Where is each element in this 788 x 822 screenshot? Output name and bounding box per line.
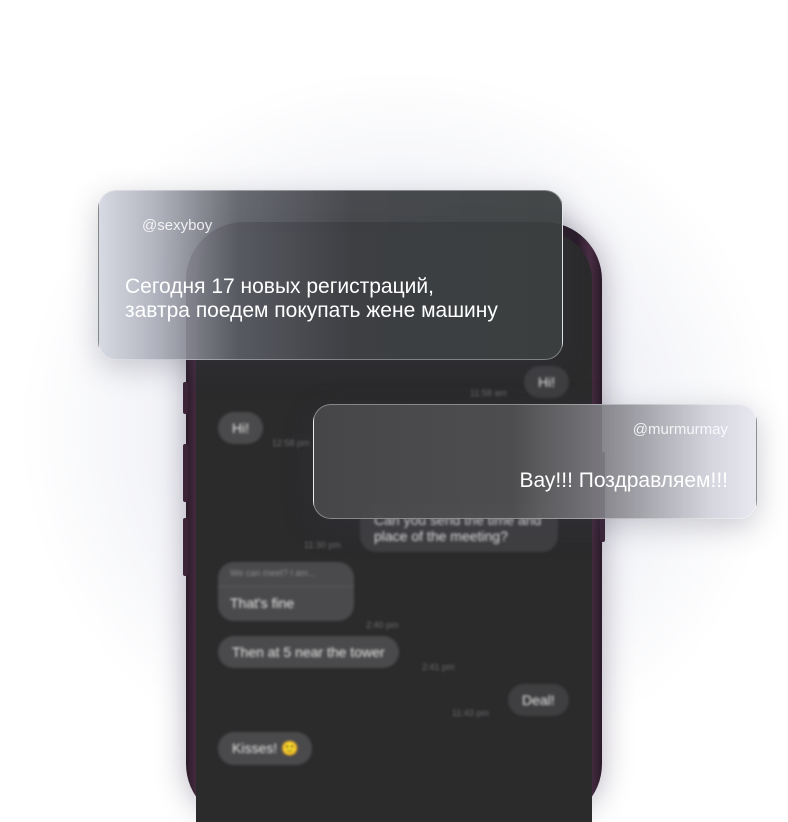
phone-volume-down-button [183, 518, 188, 576]
message-text: Kisses! 🙂 [232, 740, 299, 756]
message-time: 11:43 pm [452, 708, 489, 718]
chat-message: Kisses! 🙂 [218, 732, 313, 765]
notification-username: @sexyboy [142, 217, 213, 234]
notification-text: Вау!!! Поздравляем!!! [519, 469, 728, 492]
message-time: 11:58 am [470, 388, 507, 398]
chat-message: Hi! [218, 412, 264, 444]
phone-volume-up-button [183, 444, 188, 502]
message-text: place of the meeting? [374, 528, 508, 544]
message-text: Hi! [232, 420, 250, 436]
chat-message: Deal! [508, 684, 569, 716]
notification-text-line: Сегодня 17 новых регистраций, [125, 275, 434, 298]
notification-username: @murmurmay [632, 421, 728, 438]
message-time: 2:41 pm [422, 662, 455, 672]
notification-card[interactable]: @sexyboy Сегодня 17 новых регистраций, з… [98, 190, 563, 360]
message-text: Hi! [538, 374, 556, 390]
notification-text-line: завтра поедем покупать жене машину [125, 299, 498, 322]
message-quote: We can meet? I am... [230, 568, 316, 578]
chat-message: Then at 5 near the tower [218, 636, 399, 668]
phone-side-button [183, 382, 188, 414]
message-text: Then at 5 near the tower [232, 644, 385, 660]
message-time: 12:58 pm [272, 438, 310, 448]
message-text: Deal! [522, 692, 555, 708]
message-time: 2:40 pm [366, 620, 399, 630]
notification-card[interactable]: @murmurmay Вау!!! Поздравляем!!! [313, 404, 757, 519]
chat-message: We can meet? I am... That's fine [218, 562, 354, 621]
message-text: That's fine [230, 595, 295, 611]
chat-message: Hi! [524, 366, 570, 398]
notification-text: Сегодня 17 новых регистраций, завтра пое… [125, 275, 498, 323]
message-time: 11:30 pm [304, 540, 341, 550]
